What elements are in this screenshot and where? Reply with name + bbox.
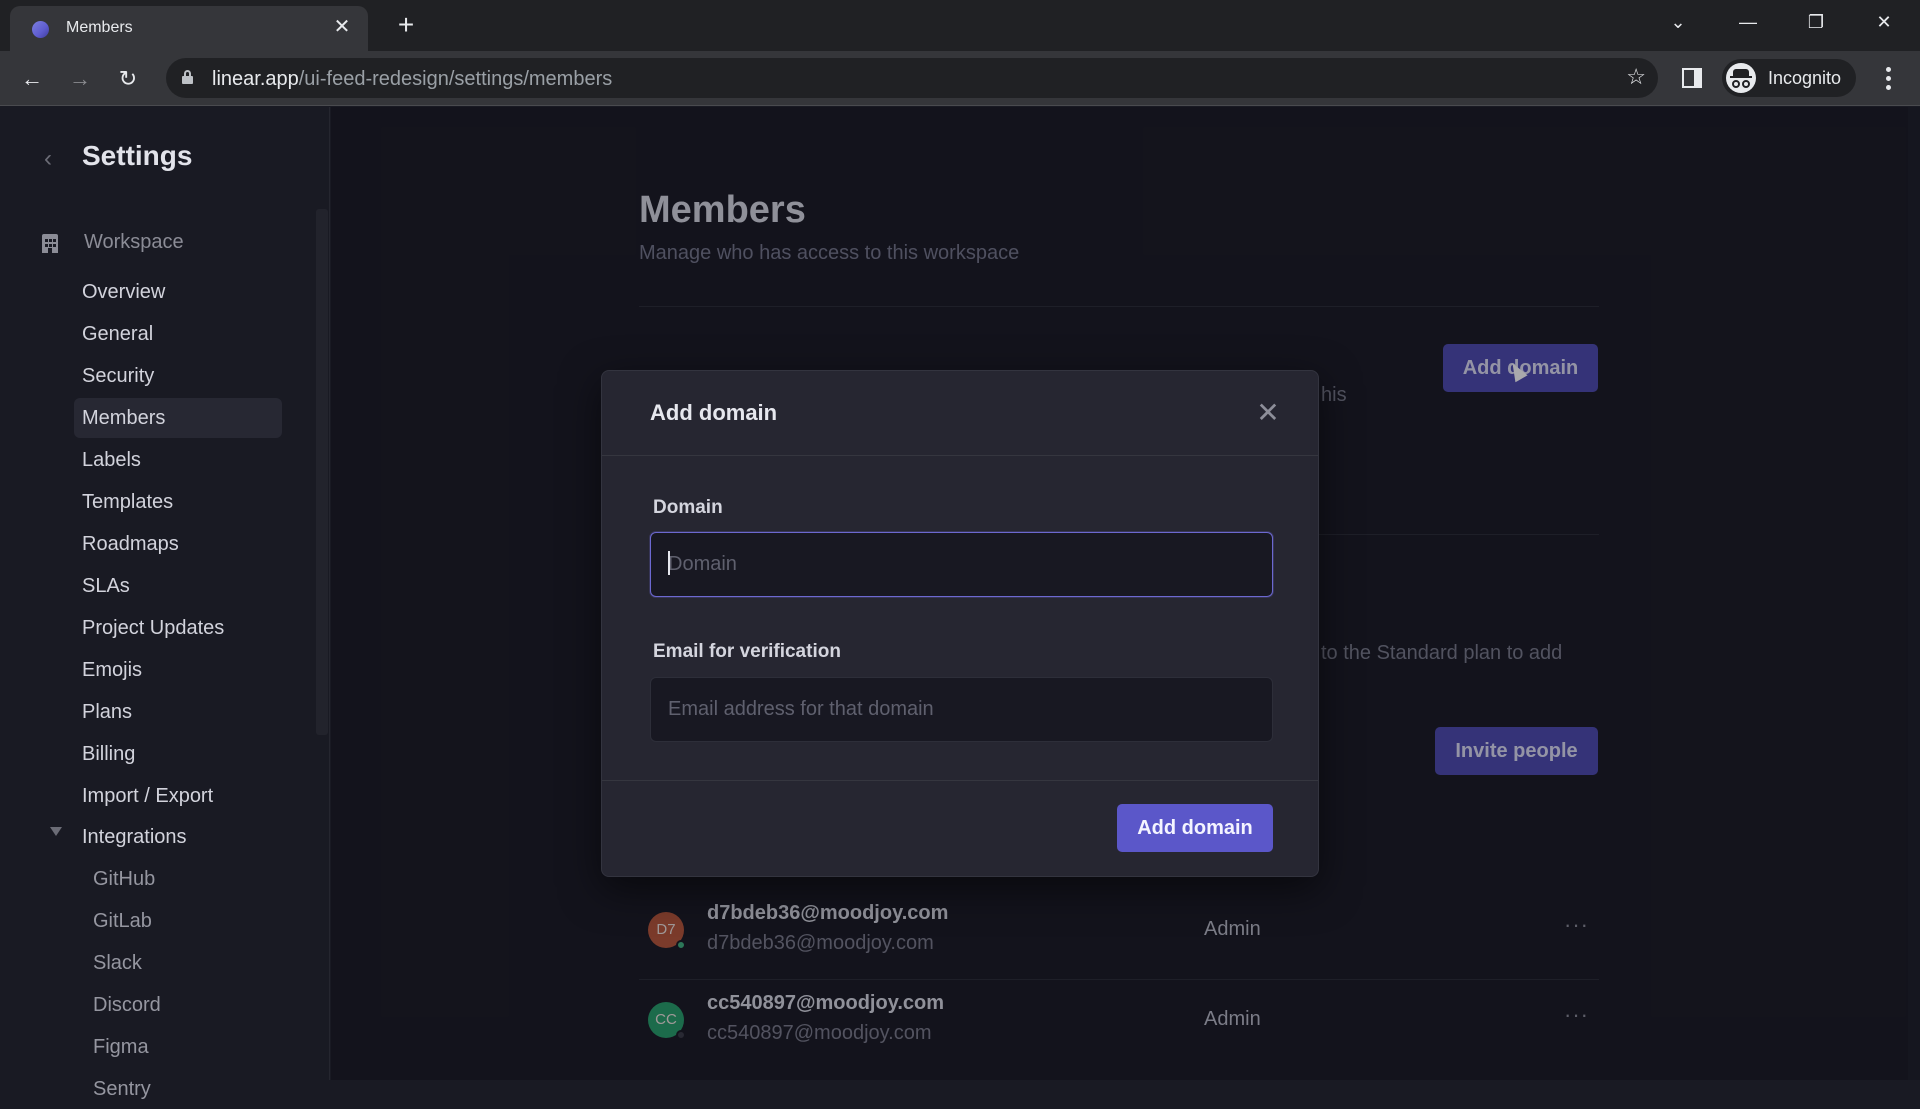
dialog-footer-divider: [602, 780, 1318, 781]
sidebar-integration-figma[interactable]: Figma: [74, 1027, 282, 1067]
sidebar-item-label: Templates: [82, 491, 174, 513]
sidebar-item-label: Members: [82, 407, 166, 429]
sidebar-item-label: SLAs: [82, 575, 130, 597]
minimize-icon[interactable]: —: [1726, 6, 1770, 38]
submit-add-domain-button[interactable]: Add domain: [1117, 804, 1273, 852]
domain-label: Domain: [653, 497, 723, 518]
url-text: linear.app/ui-feed-redesign/settings/mem…: [212, 68, 612, 91]
bookmark-star-icon[interactable]: ☆: [1626, 64, 1646, 90]
reload-icon[interactable]: ↻: [112, 63, 144, 95]
sidebar-item-label: Plans: [82, 701, 133, 723]
domain-input[interactable]: [650, 532, 1273, 597]
close-icon[interactable]: ✕: [1254, 399, 1282, 427]
profile-label: Incognito: [1768, 68, 1842, 88]
sidebar-item-label: Project Updates: [82, 617, 225, 639]
sidebar-item-label: Import / Export: [82, 785, 214, 807]
sidebar-item-import-export[interactable]: Import / Export: [74, 776, 282, 816]
sidebar-item-overview[interactable]: Overview: [74, 272, 282, 312]
address-bar: ← → ↻ linear.app/ui-feed-redesign/settin…: [0, 51, 1920, 106]
sidebar-integration-sentry[interactable]: Sentry: [74, 1069, 282, 1109]
sidebar-item-label: GitLab: [93, 910, 152, 932]
sidebar-item-label: Figma: [93, 1036, 149, 1058]
sidebar-item-plans[interactable]: Plans: [74, 692, 282, 732]
url-host: linear.app: [212, 68, 299, 90]
sidebar-item-slas[interactable]: SLAs: [74, 566, 282, 606]
back-icon[interactable]: ←: [16, 63, 48, 95]
tab-title: Members: [66, 19, 133, 36]
verification-email-input[interactable]: [650, 677, 1273, 742]
lock-icon: [182, 70, 193, 84]
browser-tab-bar: Members ✕ + ⌄ — ❐ ✕: [0, 0, 1920, 51]
sidebar-item-roadmaps[interactable]: Roadmaps: [74, 524, 282, 564]
close-tab-icon[interactable]: ✕: [330, 15, 354, 39]
sidebar-integration-gitlab[interactable]: GitLab: [74, 901, 282, 941]
sidebar-item-members[interactable]: Members: [74, 398, 282, 438]
incognito-icon: [1726, 63, 1756, 93]
sidebar-item-general[interactable]: General: [74, 314, 282, 354]
close-window-icon[interactable]: ✕: [1862, 6, 1906, 38]
forward-icon[interactable]: →: [64, 63, 96, 95]
sidebar-integration-slack[interactable]: Slack: [74, 943, 282, 983]
sidebar-item-emojis[interactable]: Emojis: [74, 650, 282, 690]
text-cursor: [668, 551, 670, 575]
sidebar-title: Settings: [82, 140, 193, 171]
sidebar-item-label: General: [82, 323, 154, 345]
sidebar-section-label: Workspace: [84, 231, 184, 253]
app-root: ‹ Settings Workspace Overview General Secu…: [0, 107, 1920, 1100]
side-panel-icon[interactable]: [1682, 68, 1702, 88]
sidebar-item-security[interactable]: Security: [74, 356, 282, 396]
sidebar-item-label: Integrations: [82, 826, 187, 848]
sidebar-item-label: Labels: [82, 449, 141, 471]
sidebar-item-label: Sentry: [93, 1078, 151, 1100]
sidebar-item-label: Billing: [82, 743, 136, 765]
email-verification-label: Email for verification: [653, 641, 841, 662]
sidebar-integration-github[interactable]: GitHub: [74, 859, 282, 899]
new-tab-button[interactable]: +: [390, 10, 422, 42]
url-path: /ui-feed-redesign/settings/members: [298, 68, 613, 90]
dialog-title: Add domain: [650, 400, 778, 425]
building-icon: [42, 234, 58, 253]
restore-icon[interactable]: ❐: [1794, 6, 1838, 38]
sidebar-item-label: Slack: [93, 952, 142, 974]
sidebar-item-integrations[interactable]: Integrations: [74, 817, 282, 857]
profile-incognito-button[interactable]: Incognito: [1722, 59, 1856, 97]
settings-sidebar: ‹ Settings Workspace Overview General Secu…: [0, 107, 330, 1100]
sidebar-item-templates[interactable]: Templates: [74, 482, 282, 522]
url-bar[interactable]: linear.app/ui-feed-redesign/settings/mem…: [166, 58, 1658, 98]
sidebar-item-project-updates[interactable]: Project Updates: [74, 608, 282, 648]
sidebar-item-label: Security: [82, 365, 155, 387]
caret-down-icon[interactable]: [50, 827, 62, 836]
sidebar-scrollbar[interactable]: [316, 209, 328, 735]
sidebar-integration-discord[interactable]: Discord: [74, 985, 282, 1025]
dialog-header: Add domain ✕: [602, 371, 1318, 456]
tab-search-icon[interactable]: ⌄: [1656, 6, 1700, 38]
linear-logo-icon: [32, 21, 49, 38]
back-chevron-icon[interactable]: ‹: [44, 145, 52, 173]
sidebar-item-label: Emojis: [82, 659, 143, 681]
browser-tab[interactable]: Members ✕: [10, 6, 368, 51]
sidebar-item-label: GitHub: [93, 868, 156, 890]
sidebar-item-billing[interactable]: Billing: [74, 734, 282, 774]
add-domain-dialog: Add domain ✕ Domain Email for verificati…: [601, 370, 1319, 877]
sidebar-item-label: Discord: [93, 994, 161, 1016]
sidebar-item-labels[interactable]: Labels: [74, 440, 282, 480]
sidebar-item-label: Overview: [82, 281, 166, 303]
browser-menu-icon[interactable]: [1878, 65, 1898, 93]
sidebar-item-label: Roadmaps: [82, 533, 179, 555]
